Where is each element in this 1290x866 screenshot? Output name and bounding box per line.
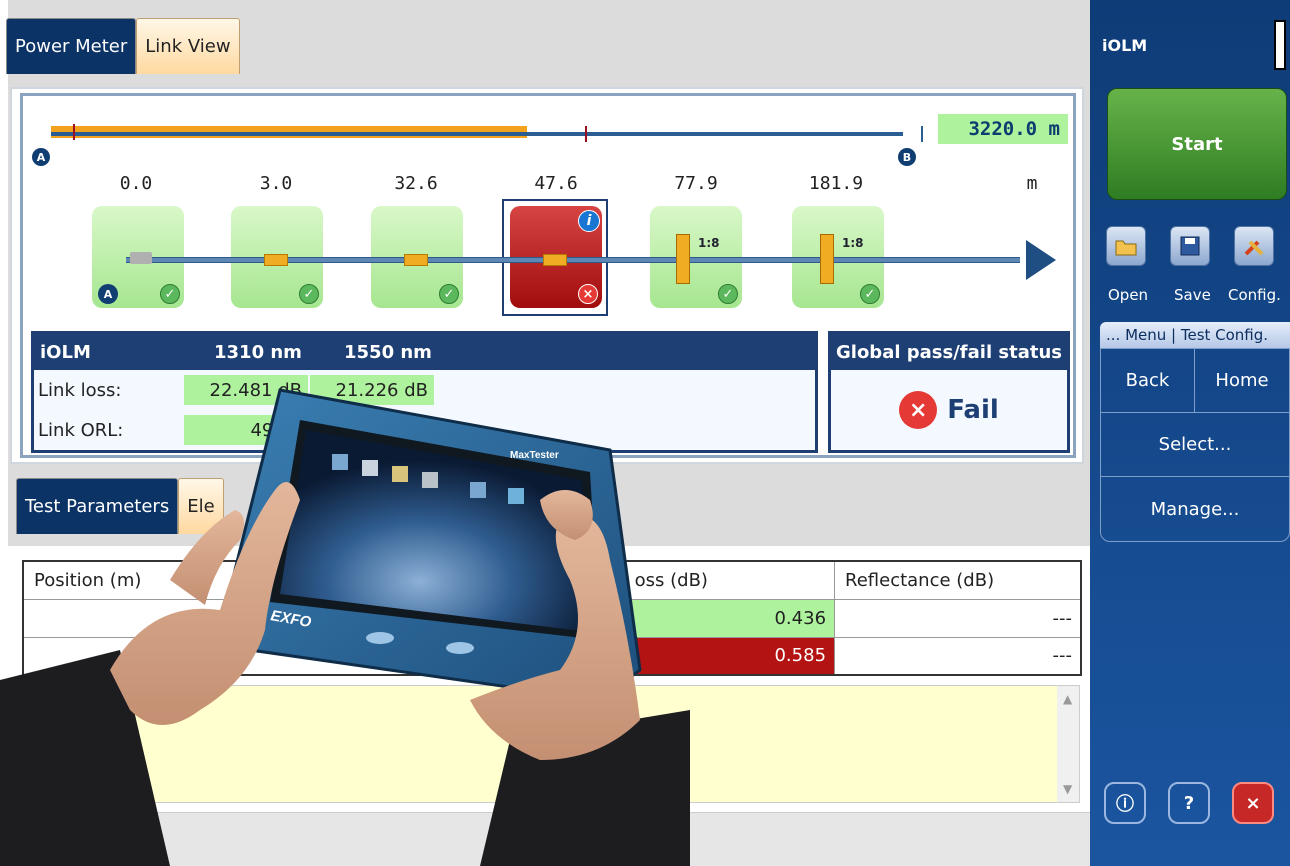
save-label: Save — [1174, 286, 1211, 304]
cell-reflectance: --- — [834, 599, 1082, 638]
top-tabbar: Power Meter Link View — [6, 18, 240, 74]
connector-icon — [543, 254, 567, 266]
floppy-icon — [1180, 236, 1200, 256]
comments-scrollbar[interactable]: ▲ ▼ — [1057, 686, 1079, 802]
connector-icon — [404, 254, 428, 266]
overview-fault-marker — [73, 124, 75, 140]
tab-power-meter[interactable]: Power Meter — [6, 18, 137, 74]
back-button[interactable]: Back — [1101, 348, 1195, 413]
position-label: 181.9 — [808, 173, 864, 194]
connector-icon — [264, 254, 288, 266]
position-label: 32.6 — [394, 173, 438, 194]
info-icon[interactable]: i — [578, 210, 600, 232]
device-photo-overlay: MaxTester EXFO — [0, 388, 690, 866]
point-a-badge: A — [32, 148, 50, 166]
scroll-up-icon[interactable]: ▲ — [1063, 692, 1072, 706]
app-icon — [362, 460, 378, 476]
side-panel: iOLM Start Open Save Config. ... Menu | … — [1090, 0, 1290, 866]
link-continue-arrow-icon[interactable] — [1026, 240, 1056, 280]
manage-button[interactable]: Manage... — [1101, 477, 1289, 541]
results-header: iOLM 1310 nm 1550 nm — [34, 334, 815, 370]
close-icon: × — [1245, 792, 1261, 814]
start-button[interactable]: Start — [1107, 88, 1287, 200]
overview-end-marker — [921, 126, 923, 142]
menu-tab[interactable]: ... Menu | Test Config. — [1100, 322, 1290, 348]
results-col-1550: 1550 nm — [344, 341, 432, 363]
cell-reflectance: --- — [834, 637, 1082, 676]
global-status-text: Fail — [947, 395, 999, 425]
pass-check-icon: ✓ — [718, 284, 738, 304]
overview-fiber-line — [51, 132, 903, 136]
app-icon — [508, 488, 524, 504]
device-model-text: MaxTester — [510, 450, 559, 461]
config-button[interactable] — [1234, 226, 1274, 266]
position-label: 77.9 — [674, 173, 718, 194]
col-reflectance[interactable]: Reflectance (dB) — [834, 561, 1082, 600]
app-icon — [392, 466, 408, 482]
position-label: 0.0 — [119, 173, 153, 194]
fail-icon: × — [899, 391, 938, 429]
battery-icon — [1274, 20, 1286, 70]
app-icon — [422, 472, 438, 488]
pass-check-icon: ✓ — [860, 284, 880, 304]
tab-link-view[interactable]: Link View — [136, 18, 240, 74]
select-button[interactable]: Select... — [1101, 413, 1289, 477]
position-label: 47.6 — [534, 173, 578, 194]
launch-a-badge: A — [98, 284, 118, 304]
position-unit: m — [1026, 173, 1038, 194]
open-label: Open — [1108, 286, 1149, 304]
link-fiber-line — [126, 257, 1020, 263]
splitter-ratio: 1:8 — [842, 236, 864, 250]
open-button[interactable] — [1106, 226, 1146, 266]
point-b-badge: B — [898, 148, 916, 166]
global-status-value: × Fail — [831, 370, 1067, 450]
splitter-ratio: 1:8 — [698, 236, 720, 250]
device-button — [446, 642, 474, 654]
folder-icon — [1115, 240, 1137, 256]
home-button[interactable]: Home — [1195, 370, 1289, 391]
info-button[interactable]: ⓘ — [1104, 782, 1146, 824]
overview-marker — [585, 126, 587, 142]
launch-connector-icon — [130, 252, 152, 264]
scroll-down-icon[interactable]: ▼ — [1063, 782, 1072, 796]
fail-x-icon: × — [578, 284, 598, 304]
splitter-icon — [820, 234, 834, 284]
pass-check-icon: ✓ — [160, 284, 180, 304]
global-status-box: Global pass/fail status × Fail — [828, 331, 1070, 453]
app-icon — [332, 454, 348, 470]
device-button — [366, 632, 394, 644]
total-distance: 3220.0 m — [938, 114, 1068, 144]
splitter-icon — [676, 234, 690, 284]
help-button[interactable]: ? — [1168, 782, 1210, 824]
app-icon — [470, 482, 486, 498]
global-status-title: Global pass/fail status — [831, 334, 1067, 370]
tools-icon — [1244, 240, 1264, 256]
info-circle-icon: ⓘ — [1116, 794, 1134, 815]
close-button[interactable]: × — [1232, 782, 1274, 824]
config-label: Config. — [1228, 286, 1281, 304]
help-icon: ? — [1183, 792, 1195, 814]
results-col-1310: 1310 nm — [214, 341, 302, 363]
side-menu: Back Home Select... Manage... — [1100, 348, 1290, 542]
panel-title: iOLM — [1102, 36, 1148, 55]
menu-row-nav: Back Home — [1101, 348, 1289, 413]
position-label: 3.0 — [259, 173, 293, 194]
pass-check-icon: ✓ — [439, 284, 459, 304]
pass-check-icon: ✓ — [299, 284, 319, 304]
results-title: iOLM — [40, 341, 91, 363]
save-button[interactable] — [1170, 226, 1210, 266]
